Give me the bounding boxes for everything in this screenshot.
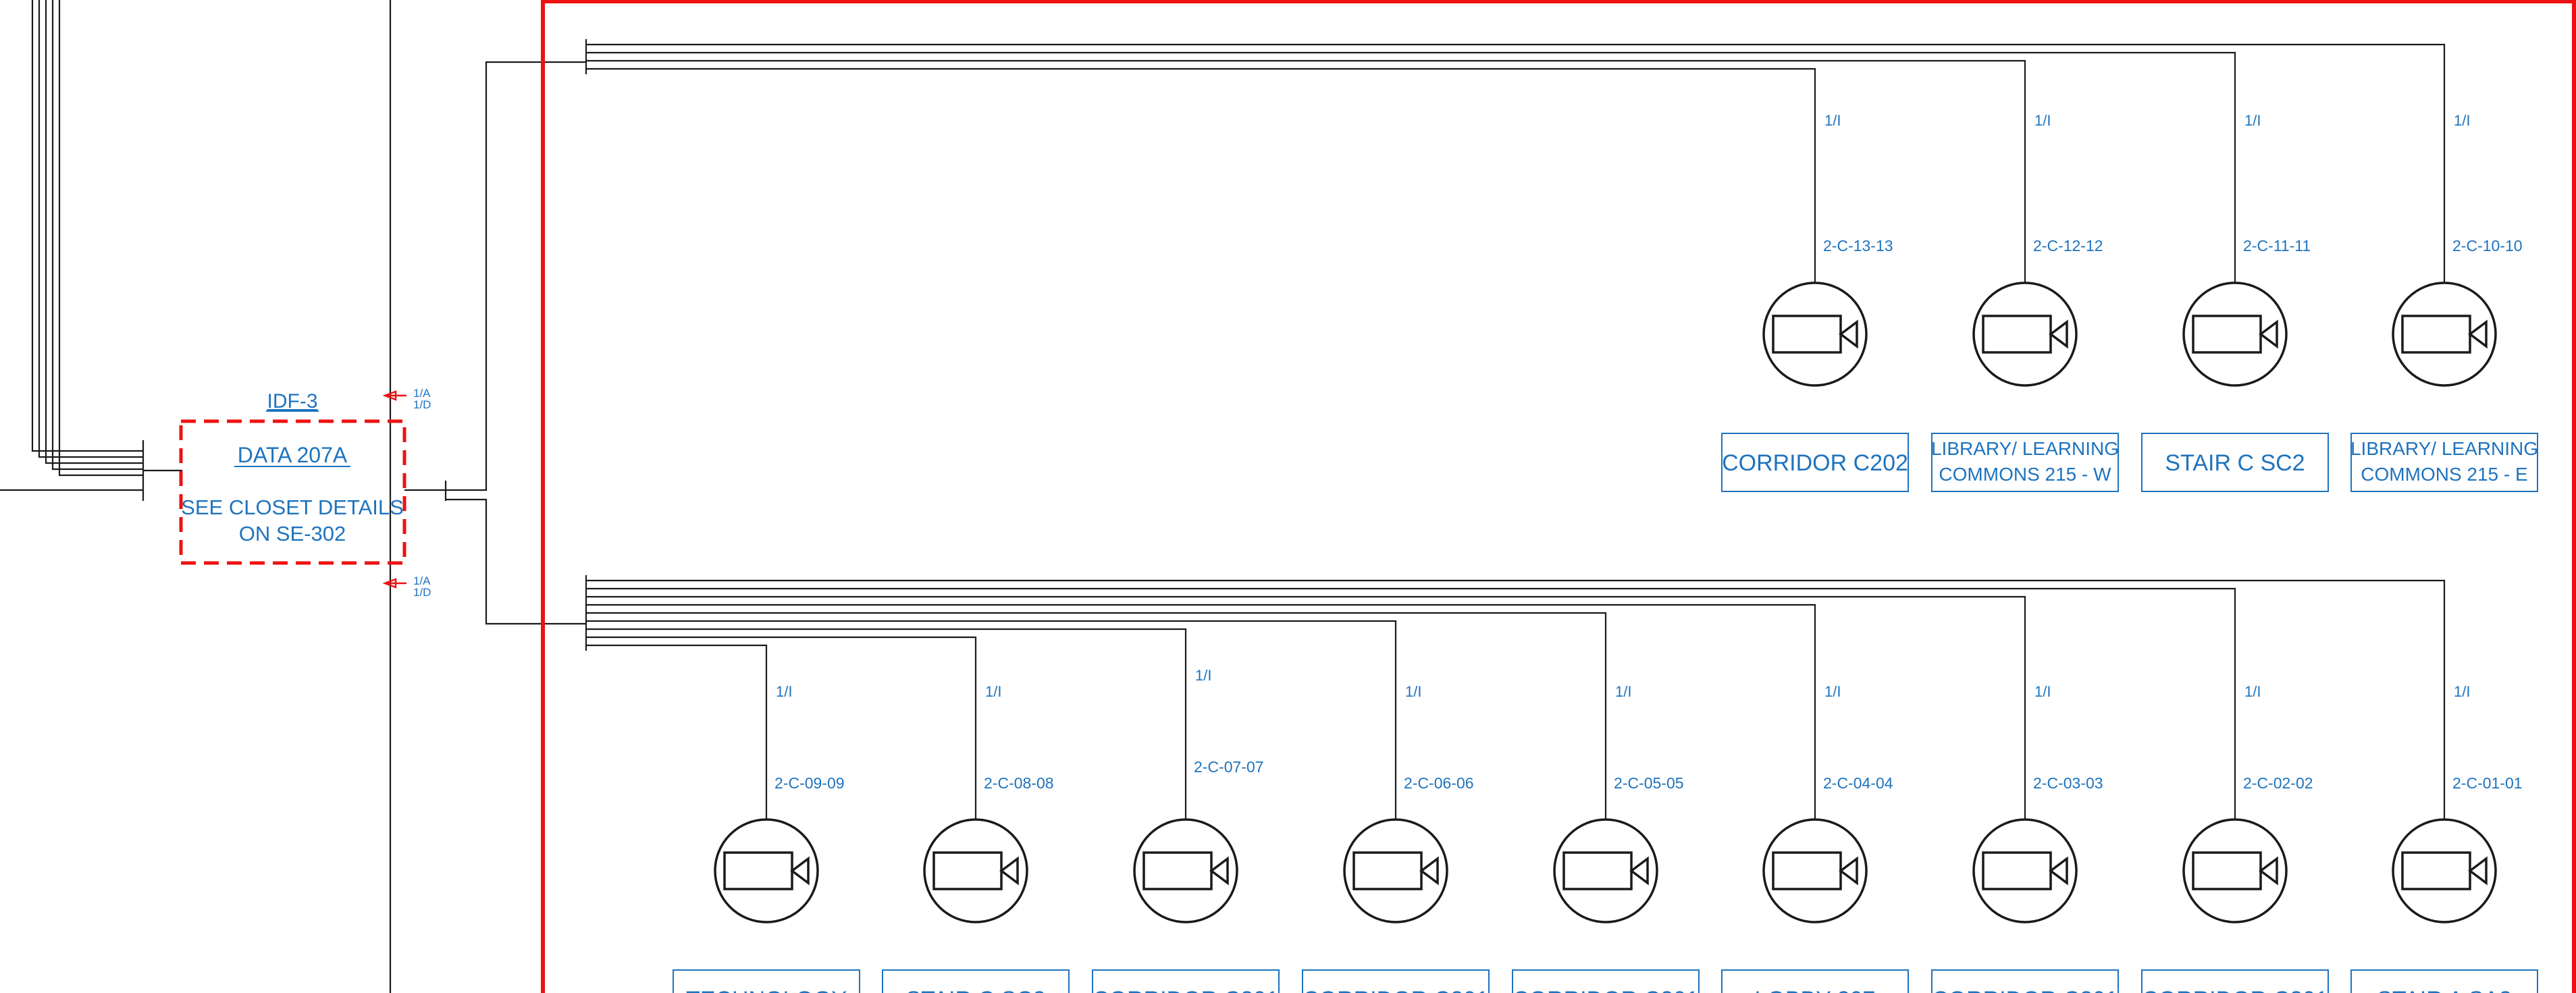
location-label: COMMONS 215 - E xyxy=(2361,464,2527,485)
camera-id: 2-C-05-05 xyxy=(1614,774,1684,792)
camera-detail-ref: 1/I xyxy=(2454,683,2470,700)
camera-symbol-circle xyxy=(1762,818,1868,923)
security-camera-icon xyxy=(2392,818,2497,923)
security-camera-icon xyxy=(2392,281,2497,387)
location-label: CORRIDOR C201 xyxy=(1513,987,1699,993)
location-label: STAIR C SC2 xyxy=(905,987,1045,993)
camera-id: 2-C-13-13 xyxy=(1823,237,1893,254)
location-label: TECHNOLOGY xyxy=(686,987,847,993)
security-camera-icon xyxy=(1553,818,1658,923)
idf-name: IDF-3 xyxy=(267,390,318,412)
camera-symbol-circle xyxy=(2182,818,2288,923)
camera-symbol-circle xyxy=(2182,281,2288,387)
camera-detail-ref: 1/I xyxy=(1615,683,1631,700)
camera-id: 2-C-03-03 xyxy=(2033,774,2103,792)
camera-id: 2-C-02-02 xyxy=(2243,774,2313,792)
camera-symbol-circle xyxy=(1972,281,2078,387)
location-label: CORRIDOR C201 xyxy=(1093,987,1279,993)
location-label: CORRIDOR C201 xyxy=(1303,987,1489,993)
security-camera-icon xyxy=(1972,818,2078,923)
security-camera-icon xyxy=(1343,818,1448,923)
camera-id: 2-C-06-06 xyxy=(1404,774,1474,792)
security-camera-icon xyxy=(714,818,819,923)
camera-symbol-circle xyxy=(714,818,819,923)
security-camera-icon xyxy=(1762,818,1868,923)
security-camera-icon xyxy=(2182,281,2288,387)
location-label: STAIR A SA2 xyxy=(2377,987,2512,993)
camera-id: 2-C-04-04 xyxy=(1823,774,1893,792)
location-label: CORRIDOR C202 xyxy=(1722,450,1908,476)
idf-note-line2: ON SE-302 xyxy=(239,522,346,545)
camera-detail-ref: 1/I xyxy=(2244,683,2261,700)
camera-symbol-circle xyxy=(923,818,1028,923)
location-label: LIBRARY/ LEARNING xyxy=(1931,438,2119,459)
security-camera-icon xyxy=(2182,818,2288,923)
camera-id: 2-C-12-12 xyxy=(2033,237,2103,254)
location-label: LIBRARY/ LEARNING xyxy=(2350,438,2538,459)
camera-detail-ref: 1/I xyxy=(2034,112,2051,129)
section-mark-bottom: 1/D xyxy=(413,586,431,599)
location-label: STAIR C SC2 xyxy=(2165,450,2305,476)
camera-detail-ref: 1/I xyxy=(1405,683,1421,700)
camera-id: 2-C-07-07 xyxy=(1194,758,1264,776)
camera-detail-ref: 1/I xyxy=(1195,667,1211,684)
camera-symbol-circle xyxy=(1133,818,1238,923)
security-camera-icon xyxy=(1972,281,2078,387)
idf-note-line1: SEE CLOSET DETAILS xyxy=(181,495,404,519)
camera-detail-ref: 1/I xyxy=(985,683,1001,700)
camera-riser-diagram: IDF-3 DATA 207A SEE CLOSET DETAILS ON SE… xyxy=(0,0,2576,993)
section-mark-bottom: 1/D xyxy=(413,398,431,411)
location-label: CORRIDOR C201 xyxy=(2142,987,2328,993)
camera-id: 2-C-11-11 xyxy=(2243,237,2311,254)
camera-detail-ref: 1/I xyxy=(2244,112,2261,129)
camera-detail-ref: 1/I xyxy=(776,683,792,700)
camera-detail-ref: 1/I xyxy=(2454,112,2470,129)
camera-symbol-circle xyxy=(1553,818,1658,923)
camera-id: 2-C-01-01 xyxy=(2452,774,2523,792)
camera-symbol-circle xyxy=(1762,281,1868,387)
camera-detail-ref: 1/I xyxy=(1824,683,1841,700)
location-label: COMMONS 215 - W xyxy=(1939,464,2111,485)
camera-symbol-circle xyxy=(2392,818,2497,923)
idf-room: DATA 207A xyxy=(238,443,348,467)
security-camera-icon xyxy=(1762,281,1868,387)
camera-id: 2-C-08-08 xyxy=(984,774,1054,792)
camera-detail-ref: 1/I xyxy=(2034,683,2051,700)
camera-symbol-circle xyxy=(1972,818,2078,923)
camera-id: 2-C-10-10 xyxy=(2452,237,2523,254)
camera-symbol-circle xyxy=(2392,281,2497,387)
camera-symbol-circle xyxy=(1343,818,1448,923)
camera-detail-ref: 1/I xyxy=(1824,112,1841,129)
security-camera-icon xyxy=(1133,818,1238,923)
location-label: CORRIDOR C201 xyxy=(1932,987,2118,993)
location-label: LOBBY 207 xyxy=(1755,987,1876,993)
camera-id: 2-C-09-09 xyxy=(774,774,845,792)
security-camera-icon xyxy=(923,818,1028,923)
